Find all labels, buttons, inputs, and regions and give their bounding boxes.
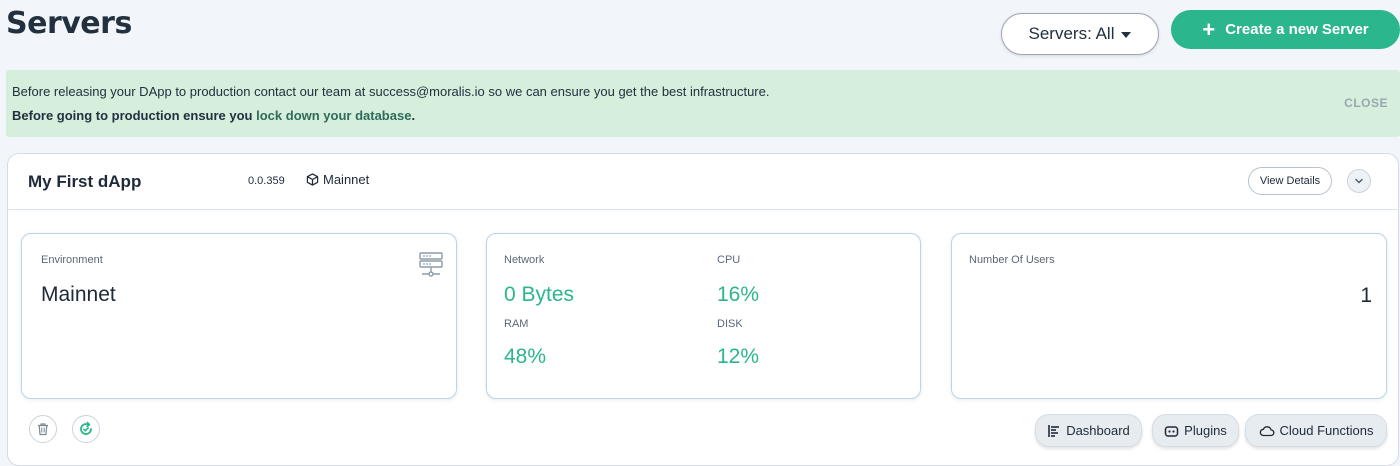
environment-label: Environment <box>41 254 103 266</box>
restart-server-button[interactable] <box>72 415 100 443</box>
server-version: 0.0.359 <box>248 175 285 187</box>
collapse-button[interactable] <box>1347 169 1371 193</box>
resource-stats-panel: Network 0 Bytes CPU 16% RAM 48% DISK 12% <box>486 233 921 399</box>
ram-stat-value: 48% <box>504 345 547 368</box>
server-card-header: My First dApp 0.0.359 Mainnet View Detai… <box>8 154 1398 210</box>
users-panel: Number Of Users 1 <box>951 233 1387 399</box>
delete-server-button[interactable] <box>29 415 57 443</box>
servers-filter-label: Servers: All <box>1028 24 1115 43</box>
network-stat-value: 0 Bytes <box>504 283 575 306</box>
environment-value: Mainnet <box>41 283 116 306</box>
cpu-stat-label: CPU <box>717 254 741 266</box>
create-server-button[interactable]: + Create a new Server <box>1171 10 1400 49</box>
chevron-down-icon <box>1355 178 1363 184</box>
cpu-stat-value: 16% <box>717 283 760 306</box>
network-name: Mainnet <box>323 172 370 187</box>
lock-down-database-link[interactable]: lock down your database <box>256 108 411 123</box>
banner-warning: Before going to production ensure you lo… <box>12 108 415 123</box>
plugins-label: Plugins <box>1184 423 1227 438</box>
refresh-check-icon <box>80 421 92 435</box>
users-count: 1 <box>1360 284 1372 307</box>
plugin-icon <box>1164 425 1179 437</box>
server-card: My First dApp 0.0.359 Mainnet View Detai… <box>7 153 1399 466</box>
view-details-button[interactable]: View Details <box>1248 167 1332 195</box>
disk-stat-value: 12% <box>717 345 760 368</box>
plus-icon: + <box>1202 16 1216 42</box>
dashboard-label: Dashboard <box>1066 423 1130 438</box>
plugins-button[interactable]: Plugins <box>1152 414 1239 447</box>
users-label: Number Of Users <box>969 254 1055 266</box>
cube-icon <box>306 173 319 186</box>
production-notice-banner: Before releasing your DApp to production… <box>6 70 1400 137</box>
network-tag: Mainnet <box>306 172 369 187</box>
banner-warning-text: Before going to production ensure you <box>12 108 257 123</box>
server-rack-icon <box>419 252 443 277</box>
disk-stat-label: DISK <box>717 318 743 330</box>
banner-message: Before releasing your DApp to production… <box>12 84 770 99</box>
cloud-functions-label: Cloud Functions <box>1279 423 1374 438</box>
cloud-icon <box>1259 425 1274 436</box>
dashboard-button[interactable]: Dashboard <box>1035 414 1142 447</box>
create-server-label: Create a new Server <box>1225 21 1369 38</box>
banner-warning-suffix: . <box>411 108 416 123</box>
cloud-functions-button[interactable]: Cloud Functions <box>1245 414 1387 447</box>
dashboard-icon <box>1048 424 1060 437</box>
caret-down-icon <box>1121 32 1132 38</box>
server-name: My First dApp <box>28 172 142 191</box>
environment-panel: Environment Mainnet <box>21 233 457 399</box>
page-title: Servers <box>6 6 132 41</box>
network-stat-label: Network <box>504 254 545 266</box>
trash-icon <box>38 423 48 436</box>
banner-close-button[interactable]: CLOSE <box>1344 96 1388 110</box>
ram-stat-label: RAM <box>504 318 529 330</box>
servers-filter-dropdown[interactable]: Servers: All <box>1001 13 1159 55</box>
